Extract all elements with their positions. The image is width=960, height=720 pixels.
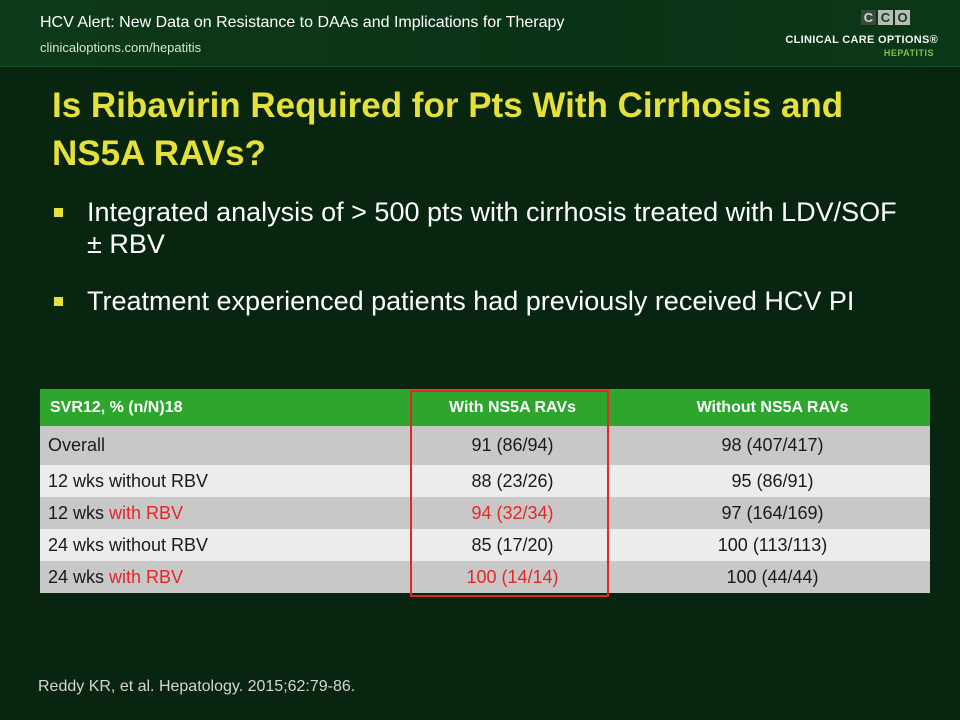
table-row: 24 wks with RBV 100 (14/14) 100 (44/44) [40,561,930,593]
table-row: 12 wks with RBV 94 (32/34) 97 (164/169) [40,497,930,529]
column-header: With NS5A RAVs [410,389,615,426]
with-ns5a-value: 88 (23/26) [410,465,615,497]
slide-title: Is Ribavirin Required for Pts With Cirrh… [52,86,844,173]
table-row: Overall 91 (86/94) 98 (407/417) [40,426,930,465]
with-ns5a-value: 100 (14/14) [410,561,615,593]
row-label-text: 24 wks [48,566,110,587]
bullet-item: Treatment experienced patients had previ… [52,285,912,317]
logo-mark: C C O [861,10,910,25]
svr12-results-table: SVR12, % (n/N)18 With NS5A RAVs Without … [40,389,930,593]
logo-subtitle: HEPATITIS [883,48,934,58]
logo-letter: C [878,10,893,25]
row-label-highlight: with RBV [109,502,184,523]
table-row: 24 wks without RBV 85 (17/20) 100 (113/1… [40,529,930,561]
website-url: clinicaloptions.com/hepatitis [40,40,202,55]
row-label: Overall [40,426,410,465]
row-label: 12 wks with RBV [40,497,410,529]
presentation-title: HCV Alert: New Data on Resistance to DAA… [40,14,565,31]
without-ns5a-value: 100 (44/44) [615,561,930,593]
table-header-row: SVR12, % (n/N)18 With NS5A RAVs Without … [40,389,930,426]
row-label: 24 wks with RBV [40,561,410,593]
bullet-item: Integrated analysis of > 500 pts with ci… [52,196,912,260]
table-row: 12 wks without RBV 88 (23/26) 95 (86/91) [40,465,930,497]
row-label-text: 12 wks without RBV [48,470,209,491]
row-label: 24 wks without RBV [40,529,410,561]
with-ns5a-value: 94 (32/34) [410,497,615,529]
column-header: Without NS5A RAVs [615,389,930,426]
column-header: SVR12, % (n/N)18 [40,389,410,426]
row-label-text: 12 wks [48,502,110,523]
logo-name: CLINICAL CARE OPTIONS® [785,34,938,46]
row-label-text: 24 wks without RBV [48,534,209,555]
without-ns5a-value: 98 (407/417) [615,426,930,465]
logo-letter: O [895,10,910,25]
row-label-highlight: with RBV [109,566,184,587]
bullet-text: Treatment experienced patients had previ… [87,286,855,316]
row-label: 12 wks without RBV [40,465,410,497]
without-ns5a-value: 100 (113/113) [615,529,930,561]
logo-letter: C [861,10,876,25]
bullet-text: Integrated analysis of > 500 pts with ci… [87,197,897,259]
with-ns5a-value: 85 (17/20) [410,529,615,561]
with-ns5a-value: 91 (86/94) [410,426,615,465]
without-ns5a-value: 95 (86/91) [615,465,930,497]
square-bullet-icon [54,208,63,217]
bullet-list: Integrated analysis of > 500 pts with ci… [52,196,912,342]
without-ns5a-value: 97 (164/169) [615,497,930,529]
citation: Reddy KR, et al. Hepatology. 2015;62:79-… [38,678,356,695]
square-bullet-icon [54,297,63,306]
header-bar: HCV Alert: New Data on Resistance to DAA… [0,0,960,67]
cco-logo: C C O CLINICAL CARE OPTIONS® HEPATITIS [785,10,938,62]
row-label-text: Overall [48,435,106,455]
